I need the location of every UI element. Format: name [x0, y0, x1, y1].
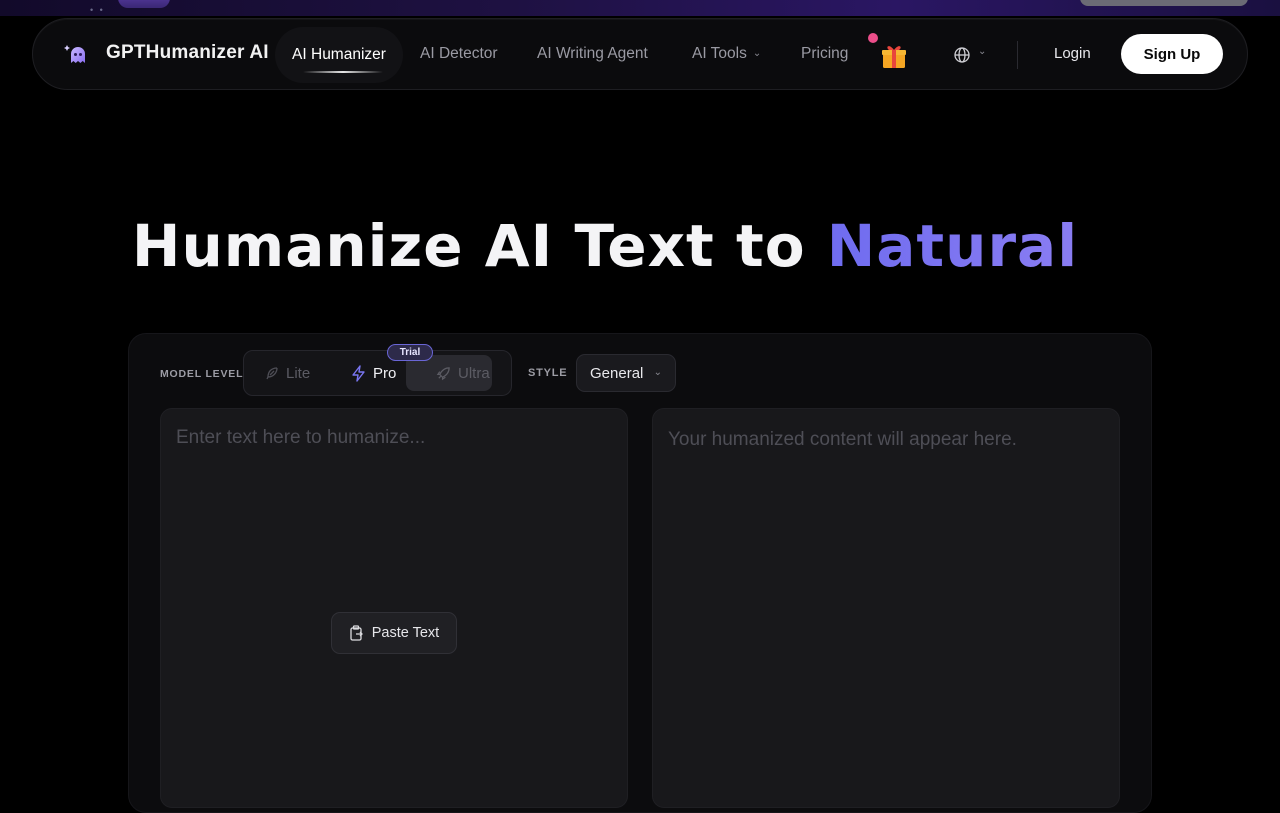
nav-divider: [1017, 41, 1018, 69]
style-label: STYLE: [528, 367, 568, 379]
style-dropdown[interactable]: General ⌄: [576, 354, 676, 392]
banner-button[interactable]: [1080, 0, 1248, 6]
navbar: GPTHumanizer AI AI Humanizer AI Detector…: [32, 18, 1248, 90]
model-lite-button[interactable]: Lite: [264, 351, 310, 395]
input-text-area[interactable]: [176, 427, 606, 787]
rocket-icon: [436, 366, 450, 380]
output-text-area[interactable]: Your humanized content will appear here.: [652, 408, 1120, 808]
nav-pricing[interactable]: Pricing: [801, 45, 848, 63]
paste-text-button[interactable]: Paste Text: [331, 612, 457, 654]
paste-text-label: Paste Text: [371, 625, 440, 641]
sign-up-button[interactable]: Sign Up: [1121, 34, 1223, 74]
notification-dot: [868, 33, 878, 43]
nav-ai-detector[interactable]: AI Detector: [420, 45, 498, 63]
nav-ai-writing-agent[interactable]: AI Writing Agent: [537, 45, 648, 63]
nav-ai-humanizer-label: AI Humanizer: [292, 46, 386, 63]
hero-title: Humanize AI Text to Natural: [0, 212, 1210, 280]
banner-decoration-dots: • •: [90, 5, 105, 15]
hero-title-accent: Natural: [826, 212, 1079, 280]
style-dropdown-value: General: [590, 364, 644, 382]
clipboard-icon: [350, 625, 363, 641]
chevron-down-icon: ⌄: [752, 48, 762, 59]
feather-icon: [266, 367, 278, 380]
trial-badge: Trial: [387, 344, 433, 361]
banner-decoration: [118, 0, 170, 8]
active-nav-indicator: [303, 71, 383, 73]
model-level-label: MODEL LEVEL: [160, 368, 244, 380]
chevron-down-icon: ⌄: [653, 367, 662, 378]
nav-ai-tools-label: AI Tools: [692, 45, 747, 62]
model-pro-label: Pro: [373, 364, 397, 382]
chevron-down-icon[interactable]: ⌄: [978, 46, 986, 57]
gift-icon[interactable]: [879, 41, 909, 71]
ghost-logo-icon: [64, 45, 85, 63]
lightning-icon: [352, 364, 365, 382]
brand-name[interactable]: GPTHumanizer AI: [106, 42, 269, 64]
nav-ai-tools[interactable]: AI Tools ⌄: [692, 45, 761, 63]
model-level-selector: Lite Pro Ultra: [243, 350, 512, 396]
input-text-area-container: [160, 408, 628, 808]
model-lite-label: Lite: [286, 364, 311, 382]
login-link[interactable]: Login: [1054, 45, 1091, 62]
hero-title-main: Humanize AI Text to: [131, 212, 827, 280]
top-banner-strip: • •: [0, 0, 1280, 16]
globe-icon[interactable]: [953, 46, 971, 64]
model-ultra-label: Ultra: [458, 364, 490, 382]
output-placeholder: Your humanized content will appear here.: [668, 429, 1017, 450]
nav-ai-humanizer[interactable]: AI Humanizer: [275, 27, 403, 83]
